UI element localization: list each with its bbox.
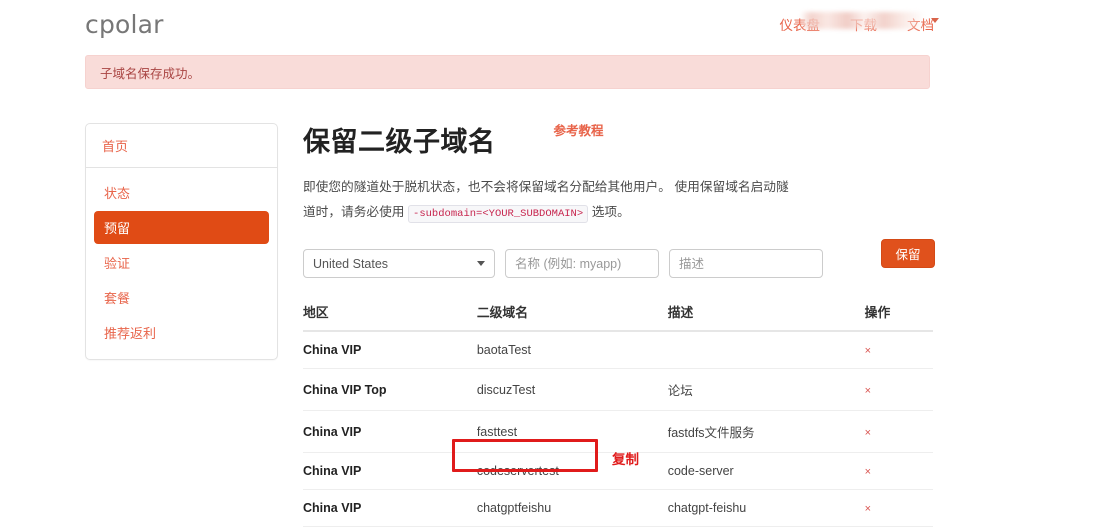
description-text-2: 选项。 xyxy=(591,205,630,219)
table-row: China VIP Top discuzTest 论坛 × xyxy=(303,368,933,411)
cell-desc: fastdfs文件服务 xyxy=(667,410,865,453)
user-menu[interactable] xyxy=(801,12,939,29)
region-select-wrapper: United StatesChina VIPChina VIP Top xyxy=(303,249,495,278)
reserved-subdomains-table: 地区 二级域名 描述 操作 China VIP baotaTest × Chin… xyxy=(303,296,933,527)
sidebar-item-verify[interactable]: 验证 xyxy=(94,246,269,279)
sidebar-item-status[interactable]: 状态 xyxy=(94,176,269,209)
subdomain-name-input[interactable] xyxy=(505,249,659,278)
cell-domain: codeservertest xyxy=(476,452,668,490)
subdomain-desc-input[interactable] xyxy=(669,249,823,278)
delete-row-icon[interactable]: × xyxy=(865,385,871,397)
th-action: 操作 xyxy=(864,296,933,332)
cell-domain: discuzTest xyxy=(476,368,668,411)
cell-domain: baotaTest xyxy=(476,331,668,369)
subdomain-code-snippet: -subdomain=<YOUR_SUBDOMAIN> xyxy=(408,205,589,223)
annotation-copy-label: 复制 xyxy=(612,452,639,467)
table-header-row: 地区 二级域名 描述 操作 xyxy=(303,296,933,332)
cell-desc xyxy=(667,331,865,369)
cell-region: China VIP xyxy=(303,452,477,490)
th-region: 地区 xyxy=(303,296,477,332)
th-desc: 描述 xyxy=(667,296,865,332)
table-row: China VIP fasttest fastdfs文件服务 × xyxy=(303,410,933,453)
cell-domain-highlighted: chatgptfeishu xyxy=(476,489,668,527)
table-row: China VIP chatgptfeishu chatgpt-feishu × xyxy=(303,489,933,527)
delete-row-icon[interactable]: × xyxy=(865,345,871,357)
cell-domain: fasttest xyxy=(476,410,668,453)
sidebar-item-referral[interactable]: 推荐返利 xyxy=(94,316,269,349)
reserve-form: United StatesChina VIPChina VIP Top 保留 xyxy=(303,239,935,278)
table-row: China VIP baotaTest × xyxy=(303,331,933,369)
cell-desc: 论坛 xyxy=(667,368,865,411)
delete-row-icon[interactable]: × xyxy=(865,427,871,439)
page-title: 保留二级子域名 xyxy=(303,127,496,157)
sidebar-list: 状态 预留 验证 套餐 推荐返利 xyxy=(86,168,277,349)
delete-row-icon[interactable]: × xyxy=(865,466,871,478)
user-name-blurred xyxy=(801,12,923,29)
cell-region: China VIP xyxy=(303,410,477,453)
delete-row-icon[interactable]: × xyxy=(865,503,871,515)
cell-region: China VIP xyxy=(303,489,477,527)
sidebar-item-home[interactable]: 首页 xyxy=(86,124,277,168)
page-description: 即使您的隧道处于脱机状态，也不会将保留域名分配给其他用户。 使用保留域名启动隧道… xyxy=(303,175,793,227)
cell-region: China VIP Top xyxy=(303,368,477,411)
tutorial-link[interactable]: 参考教程 xyxy=(554,120,604,139)
site-header: cpolar 仪表盘 下载 文档 xyxy=(0,0,1109,46)
sidebar-item-reserved[interactable]: 预留 xyxy=(94,211,269,244)
th-domain: 二级域名 xyxy=(476,296,668,332)
alert-message: 子域名保存成功。 xyxy=(100,66,201,81)
reserve-submit-button[interactable]: 保留 xyxy=(881,239,935,268)
cell-desc: code-server xyxy=(667,452,865,490)
chevron-down-icon xyxy=(931,18,939,23)
success-alert: 子域名保存成功。 xyxy=(85,55,930,89)
title-row: 保留二级子域名 参考教程 xyxy=(303,120,933,159)
table-body: China VIP baotaTest × China VIP Top disc… xyxy=(303,331,933,527)
cell-region: China VIP xyxy=(303,331,477,369)
sidebar-item-plan[interactable]: 套餐 xyxy=(94,281,269,314)
cell-desc: chatgpt-feishu xyxy=(667,489,865,527)
table-head: 地区 二级域名 描述 操作 xyxy=(303,296,933,332)
region-select[interactable]: United StatesChina VIPChina VIP Top xyxy=(303,249,495,278)
sidebar-panel: 首页 状态 预留 验证 套餐 推荐返利 xyxy=(85,123,278,360)
brand-logo[interactable]: cpolar xyxy=(85,10,164,39)
